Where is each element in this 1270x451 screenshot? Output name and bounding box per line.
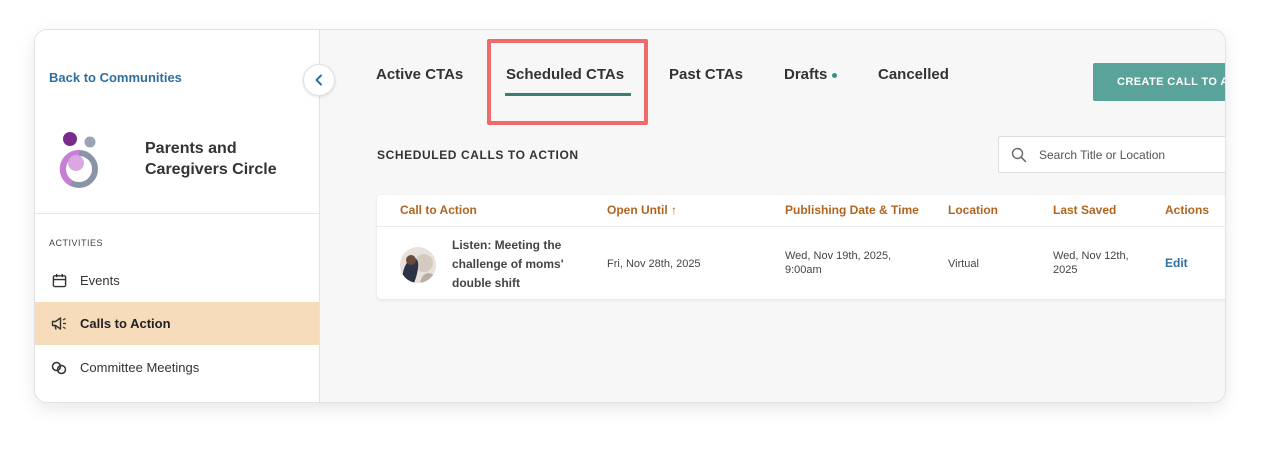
list-heading: SCHEDULED CALLS TO ACTION [377, 148, 579, 162]
back-to-communities-link[interactable]: Back to Communities [49, 70, 182, 85]
column-header-publishing-date[interactable]: Publishing Date & Time [785, 203, 919, 217]
community-logo [59, 132, 98, 188]
search-icon [1011, 147, 1027, 163]
column-header-open-until[interactable]: Open Until ↑ [607, 203, 677, 217]
cta-thumbnail [400, 247, 436, 283]
search-input[interactable] [1037, 146, 1221, 163]
location-cell: Virtual [948, 258, 979, 270]
last-saved-cell: Wed, Nov 12th, 2025 [1053, 250, 1129, 276]
community-header: Parents and Caregivers Circle [57, 130, 295, 188]
create-call-to-action-button[interactable]: CREATE CALL TO A [1093, 63, 1225, 101]
column-header-last-saved[interactable]: Last Saved [1053, 203, 1116, 217]
cta-table: Call to Action Open Until ↑ Publishing D… [377, 195, 1225, 299]
highlight-annotation-box [487, 39, 648, 125]
tab-cancelled[interactable]: Cancelled [878, 66, 949, 83]
sidebar-item-committee-meetings[interactable]: Committee Meetings [35, 346, 319, 389]
meeting-icon [50, 359, 68, 377]
tab-active-ctas[interactable]: Active CTAs [376, 66, 463, 83]
sidebar-item-label: Calls to Action [80, 316, 171, 331]
search-box [998, 136, 1225, 173]
table-header-divider [377, 226, 1225, 227]
calendar-icon [50, 272, 68, 290]
chevron-left-icon [315, 74, 322, 86]
megaphone-icon [50, 315, 68, 333]
sidebar-item-events[interactable]: Events [35, 259, 319, 302]
sidebar-item-calls-to-action[interactable]: Calls to Action [35, 302, 319, 345]
column-header-actions: Actions [1165, 203, 1210, 217]
sidebar-divider [35, 213, 319, 214]
tab-drafts-label: Drafts [784, 66, 828, 83]
edit-link[interactable]: Edit [1165, 256, 1188, 270]
cta-title[interactable]: Listen: Meeting the challenge of moms' d… [452, 236, 582, 293]
open-until-cell: Fri, Nov 28th, 2025 [607, 258, 701, 270]
sidebar: Back to Communities Parents and Caregive… [35, 30, 320, 402]
column-header-location[interactable]: Location [948, 203, 998, 217]
main-content: Active CTAs Scheduled CTAs Past CTAs Dra… [320, 30, 1225, 402]
tab-past-ctas[interactable]: Past CTAs [669, 66, 743, 83]
app-window: Back to Communities Parents and Caregive… [35, 30, 1225, 402]
publishing-date-cell: Wed, Nov 19th, 2025, 9:00am [785, 250, 892, 276]
drafts-indicator-dot [832, 72, 838, 78]
sidebar-item-label: Events [80, 273, 120, 288]
activities-section-label: ACTIVITIES [49, 238, 104, 248]
community-name: Parents and Caregivers Circle [145, 140, 277, 178]
tab-drafts[interactable]: Drafts [784, 66, 838, 83]
sidebar-item-label: Committee Meetings [80, 360, 200, 375]
collapse-sidebar-button[interactable] [303, 64, 335, 96]
column-header-call-to-action[interactable]: Call to Action [400, 203, 477, 217]
